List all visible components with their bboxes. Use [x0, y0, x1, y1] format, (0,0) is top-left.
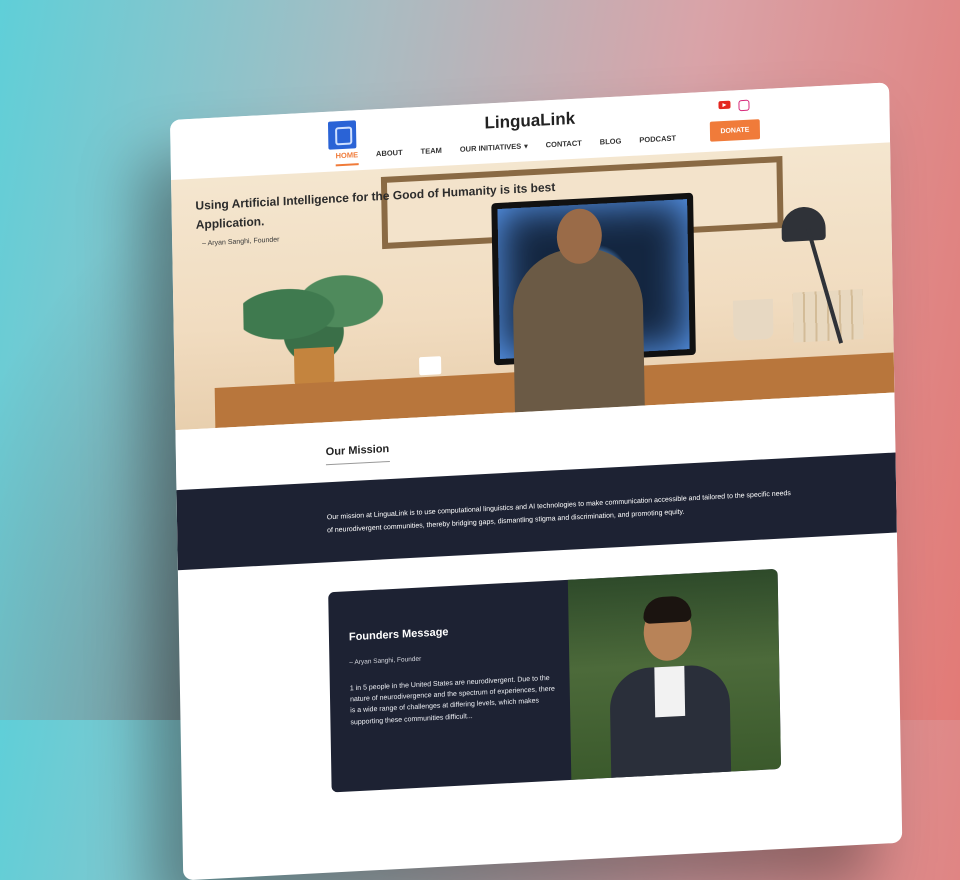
- lamp-shade: [781, 205, 826, 243]
- founders-title: Founders Message: [348, 626, 449, 644]
- founder-shirt: [654, 665, 686, 718]
- nav-blog[interactable]: BLOG: [600, 136, 622, 152]
- lamp-graphic: [781, 205, 844, 348]
- person-graphic: [512, 245, 645, 423]
- nav-contact[interactable]: CONTACT: [546, 138, 582, 155]
- browser-stage: LinguaLink HOME ABOUT TEAM OUR INITIATIV…: [0, 0, 960, 880]
- social-links: [718, 99, 750, 113]
- chevron-down-icon: ▾: [524, 143, 528, 151]
- hero-banner: Using Artificial Intelligence for the Go…: [171, 142, 895, 431]
- nav-podcast[interactable]: PODCAST: [639, 134, 676, 151]
- youtube-icon[interactable]: [718, 100, 731, 110]
- nav-home[interactable]: HOME: [335, 150, 359, 167]
- lamp-arm: [806, 228, 844, 344]
- donate-button[interactable]: DONATE: [709, 119, 761, 142]
- nav-about[interactable]: ABOUT: [376, 148, 403, 164]
- website-page: LinguaLink HOME ABOUT TEAM OUR INITIATIV…: [170, 82, 903, 880]
- plant-pot-2-graphic: [732, 298, 774, 341]
- nav-team[interactable]: TEAM: [421, 146, 442, 162]
- founders-author: – Aryan Sanghi, Founder: [349, 655, 422, 667]
- hero-author: – Aryan Sanghi, Founder: [202, 236, 280, 248]
- nav-initiatives[interactable]: OUR INITIATIVES ▾: [460, 141, 528, 160]
- mission-title: Our Mission: [325, 442, 390, 466]
- founder-hair: [643, 595, 692, 624]
- mug-graphic: [419, 356, 442, 376]
- nav-initiatives-label: OUR INITIATIVES: [459, 141, 522, 154]
- founder-photo: [567, 568, 782, 780]
- instagram-icon[interactable]: [738, 99, 750, 112]
- mission-text: Our mission at LinguaLink is to use comp…: [326, 490, 791, 534]
- founders-card: Founders Message – Aryan Sanghi, Founder…: [328, 568, 782, 793]
